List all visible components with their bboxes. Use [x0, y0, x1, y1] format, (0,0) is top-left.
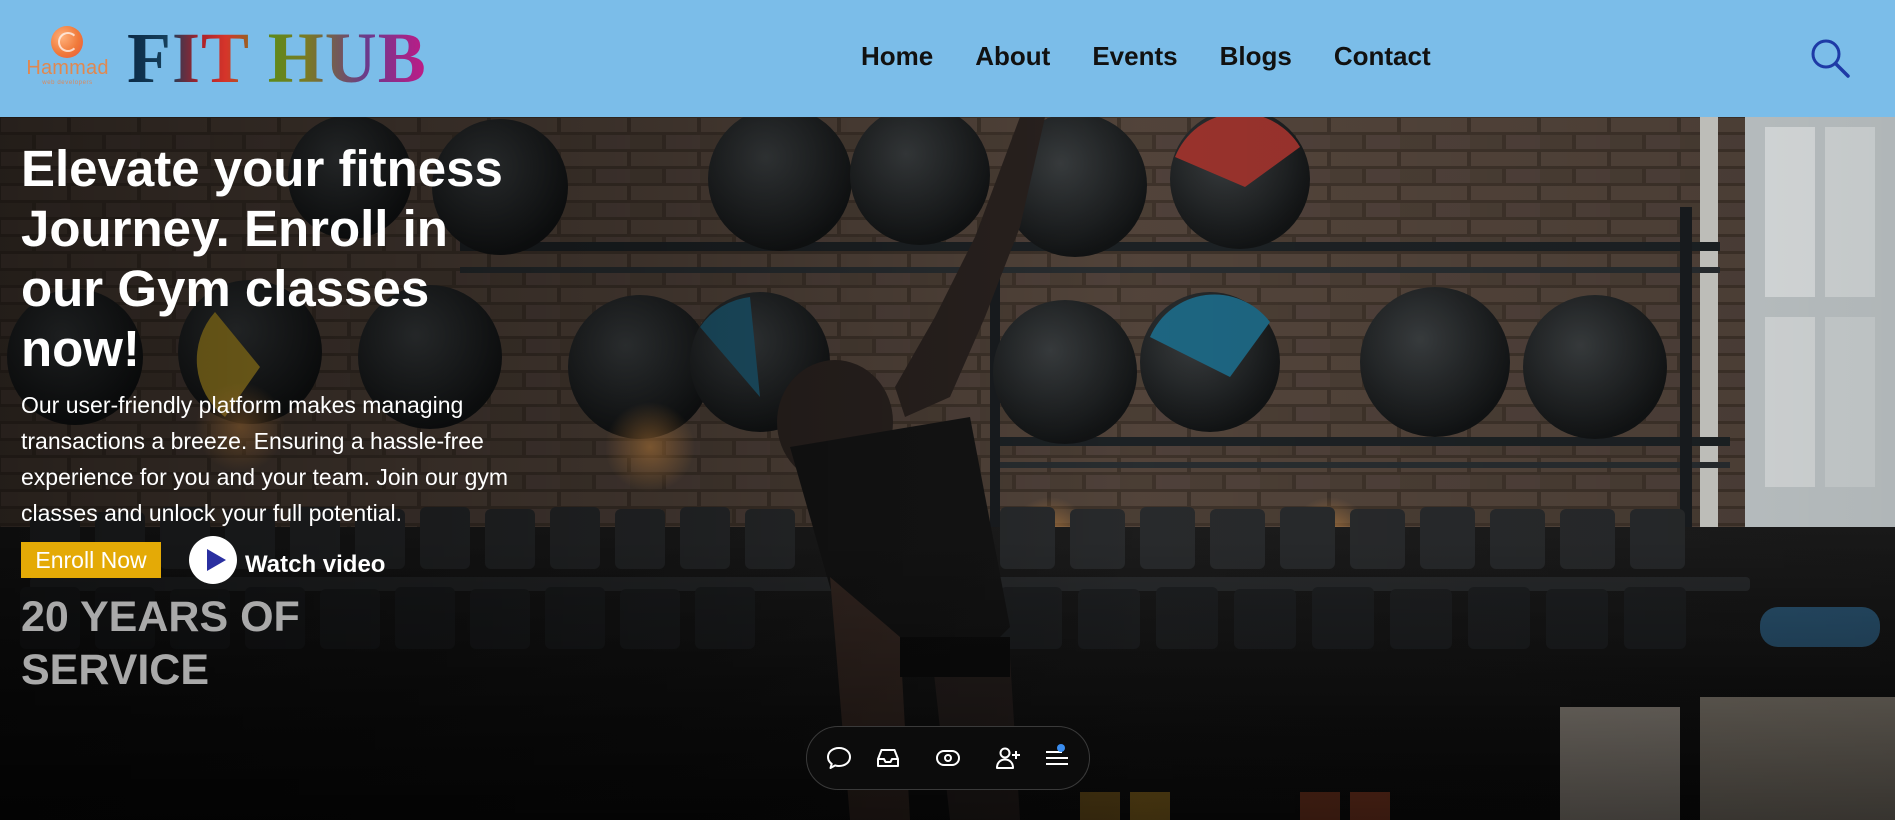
floating-toolbar: [806, 726, 1090, 790]
notification-dot: [1057, 744, 1065, 752]
logo-swirl-icon: [51, 26, 83, 58]
nav-blogs-link[interactable]: Blogs: [1220, 40, 1292, 72]
inbox-icon: [877, 749, 899, 767]
hero-description: Our user-friendly platform makes managin…: [21, 392, 509, 526]
inbox-button[interactable]: [874, 738, 902, 778]
company-logo[interactable]: Hammad web developers: [20, 26, 115, 88]
search-icon: [1811, 39, 1850, 78]
main-nav: Home About Events Blogs Contact: [861, 40, 1431, 72]
add-user-button[interactable]: [994, 738, 1022, 778]
brand-title[interactable]: FIT HUB: [127, 18, 427, 98]
logo-tagline: web developers: [42, 80, 93, 86]
nav-contact-link[interactable]: Contact: [1334, 40, 1431, 72]
chat-button[interactable]: [825, 738, 853, 778]
nav-events-link[interactable]: Events: [1092, 40, 1177, 72]
enroll-now-button[interactable]: Enroll Now: [21, 542, 161, 578]
search-button[interactable]: [1808, 36, 1852, 80]
nav-about-link[interactable]: About: [975, 40, 1050, 72]
site-header: Hammad web developers FIT HUB Home About…: [0, 0, 1895, 117]
eye-icon: [936, 750, 960, 766]
add-user-icon: [996, 747, 1020, 769]
chat-icon: [827, 747, 851, 769]
nav-home-link[interactable]: Home: [861, 40, 933, 72]
play-icon[interactable]: [189, 536, 237, 584]
logo-name: Hammad: [26, 57, 109, 79]
preview-button[interactable]: [934, 738, 962, 778]
watch-video-label[interactable]: Watch video: [245, 551, 385, 579]
hero-title: Elevate your fitness Journey. Enroll in …: [21, 140, 503, 377]
hero-section: Elevate your fitness Journey. Enroll in …: [0, 117, 1895, 820]
menu-button[interactable]: [1043, 738, 1071, 778]
years-of-service: 20 YEARS OF SERVICE: [21, 593, 300, 694]
watch-video-button[interactable]: Watch video: [189, 536, 385, 584]
